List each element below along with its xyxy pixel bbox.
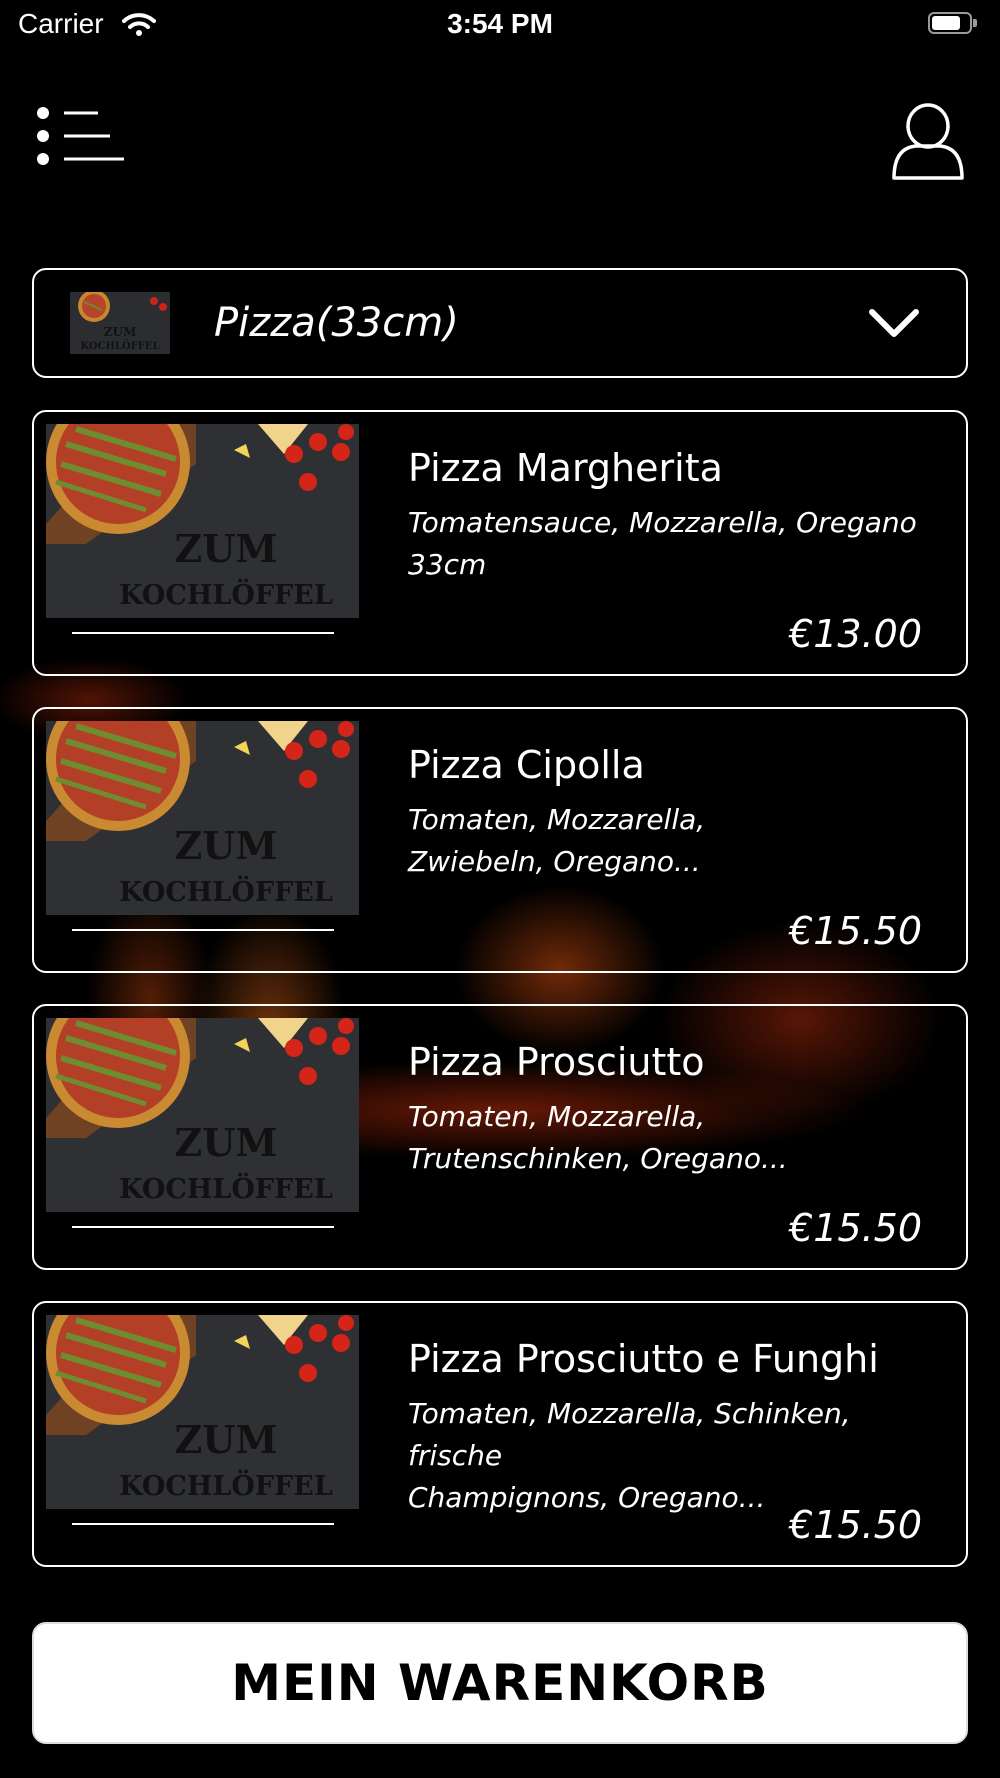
status-time: 3:54 PM	[447, 8, 553, 39]
item-name: Pizza Cipolla	[408, 743, 645, 787]
item-name: Pizza Prosciutto e Funghi	[408, 1337, 879, 1381]
menu-item-list: ZUM KOCHLÖFFEL Pizza Margherita Tomatens…	[32, 410, 968, 1598]
item-description-line1: Tomaten, Mozzarella, Schinken, frische	[408, 1397, 851, 1472]
image-brand-line1: ZUM	[175, 1120, 278, 1165]
menu-item[interactable]: ZUM KOCHLÖFFEL Pizza Prosciutto Tomaten,…	[32, 1004, 968, 1270]
item-description-line2: Zwiebeln, Oregano...	[408, 845, 701, 878]
item-description: Tomaten, Mozzarella, Schinken, frische C…	[408, 1393, 948, 1519]
thumb-text-line1: ZUM	[104, 325, 137, 339]
pizza-product-image: ZUM KOCHLÖFFEL	[46, 721, 359, 915]
item-description-line1: Tomatensauce, Mozzarella, Oregano	[408, 506, 917, 539]
cart-button[interactable]: MEIN WARENKORB	[32, 1622, 968, 1744]
chevron-down-icon	[869, 309, 919, 337]
menu-list-icon	[37, 107, 124, 165]
image-brand-line2: KOCHLÖFFEL	[119, 874, 333, 908]
image-underline	[72, 1226, 334, 1228]
pizza-product-image: ZUM KOCHLÖFFEL	[46, 1315, 359, 1509]
menu-item[interactable]: ZUM KOCHLÖFFEL Pizza Prosciutto e Funghi…	[32, 1301, 968, 1567]
battery-icon	[928, 12, 978, 36]
menu-button[interactable]	[36, 106, 126, 170]
item-description: Tomaten, Mozzarella, Trutenschinken, Ore…	[408, 1096, 948, 1180]
image-underline	[72, 1523, 334, 1525]
image-brand-line2: KOCHLÖFFEL	[119, 1468, 333, 1502]
user-profile-icon	[892, 103, 964, 180]
item-name: Pizza Margherita	[408, 446, 723, 490]
item-name: Pizza Prosciutto	[408, 1040, 705, 1084]
image-brand-line2: KOCHLÖFFEL	[119, 1171, 333, 1205]
image-underline	[72, 632, 334, 634]
menu-item[interactable]: ZUM KOCHLÖFFEL Pizza Cipolla Tomaten, Mo…	[32, 707, 968, 973]
pizza-product-image: ZUM KOCHLÖFFEL	[46, 424, 359, 618]
item-price: €15.50	[789, 909, 922, 953]
item-price: €15.50	[789, 1206, 922, 1250]
image-brand-line1: ZUM	[175, 526, 278, 571]
pizza-product-image: ZUM KOCHLÖFFEL	[46, 1018, 359, 1212]
thumb-text-line2: KOCHLÖFFEL	[80, 339, 159, 352]
image-brand-line1: ZUM	[175, 823, 278, 868]
item-price: €13.00	[789, 612, 922, 656]
image-brand-line1: ZUM	[175, 1417, 278, 1462]
category-thumbnail-image: ZUM KOCHLÖFFEL	[70, 292, 170, 354]
item-description-line1: Tomaten, Mozzarella,	[408, 803, 706, 836]
item-description-line1: Tomaten, Mozzarella,	[408, 1100, 706, 1133]
category-label: Pizza(33cm)	[214, 300, 459, 346]
item-description-line2: Trutenschinken, Oregano...	[408, 1142, 788, 1175]
category-dropdown[interactable]: ZUM KOCHLÖFFEL Pizza(33cm)	[32, 268, 968, 378]
item-price: €15.50	[789, 1503, 922, 1547]
image-brand-line2: KOCHLÖFFEL	[119, 577, 333, 611]
item-description-line2: 33cm	[408, 548, 487, 581]
status-bar: Carrier 3:54 PM	[0, 0, 1000, 50]
item-description: Tomatensauce, Mozzarella, Oregano 33cm	[408, 502, 948, 586]
image-underline	[72, 929, 334, 931]
menu-item[interactable]: ZUM KOCHLÖFFEL Pizza Margherita Tomatens…	[32, 410, 968, 676]
user-profile-button[interactable]	[890, 102, 966, 182]
item-description: Tomaten, Mozzarella, Zwiebeln, Oregano..…	[408, 799, 948, 883]
